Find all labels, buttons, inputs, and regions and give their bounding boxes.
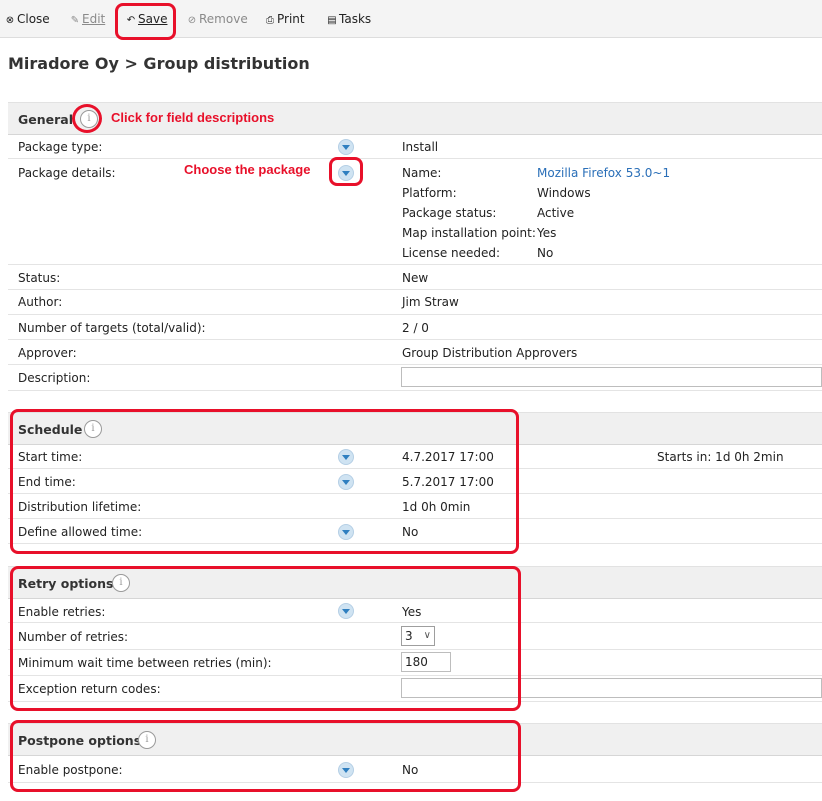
section-general-title: General bbox=[18, 112, 73, 127]
detail-map-label: Map installation point: bbox=[402, 226, 536, 240]
status-label: Status: bbox=[18, 271, 61, 285]
row-package-details: Package details: Name: Mozilla Firefox 5… bbox=[8, 159, 822, 265]
status-value: New bbox=[402, 271, 429, 285]
annotation-info-highlight bbox=[72, 104, 102, 133]
approver-value: Group Distribution Approvers bbox=[402, 346, 578, 360]
remove-button[interactable]: ⊘ Remove bbox=[187, 11, 248, 27]
print-icon: ⎙ bbox=[266, 15, 274, 26]
detail-license-value: No bbox=[537, 246, 554, 260]
package-type-value: Install bbox=[402, 140, 439, 154]
approver-label: Approver: bbox=[18, 346, 77, 360]
row-status: Status: New bbox=[8, 265, 822, 290]
annotation-package-arrow-highlight bbox=[329, 157, 363, 186]
close-icon: ⊗ bbox=[5, 15, 15, 26]
package-type-label: Package type: bbox=[18, 140, 103, 154]
edit-button[interactable]: ✎ Edit bbox=[70, 11, 105, 27]
row-author: Author: Jim Straw bbox=[8, 290, 822, 315]
annotation-postpone-highlight bbox=[10, 720, 521, 792]
targets-label: Number of targets (total/valid): bbox=[18, 321, 206, 335]
author-label: Author: bbox=[18, 295, 63, 309]
author-value: Jim Straw bbox=[402, 295, 459, 309]
detail-map-value: Yes bbox=[537, 226, 557, 240]
annotation-retry-highlight bbox=[10, 566, 521, 711]
row-description: Description: bbox=[8, 365, 822, 391]
pencil-icon: ✎ bbox=[70, 15, 80, 26]
row-approver: Approver: Group Distribution Approvers bbox=[8, 340, 822, 365]
package-type-dropdown-icon[interactable] bbox=[338, 139, 354, 155]
detail-status-label: Package status: bbox=[402, 206, 497, 220]
annotation-field-descriptions: Click for field descriptions bbox=[111, 110, 275, 125]
print-button[interactable]: ⎙ Print bbox=[265, 11, 305, 27]
annotation-save-highlight bbox=[115, 3, 176, 40]
close-button[interactable]: ⊗ Close bbox=[5, 11, 50, 27]
detail-platform-value: Windows bbox=[537, 186, 591, 200]
page-title: Miradore Oy > Group distribution bbox=[8, 54, 310, 73]
remove-icon: ⊘ bbox=[187, 15, 197, 26]
tasks-icon: ▤ bbox=[327, 15, 337, 26]
annotation-choose-package: Choose the package bbox=[184, 162, 311, 177]
detail-status-value: Active bbox=[537, 206, 575, 220]
description-label: Description: bbox=[18, 371, 91, 385]
detail-platform-label: Platform: bbox=[402, 186, 457, 200]
package-details-label: Package details: bbox=[18, 166, 116, 180]
row-targets: Number of targets (total/valid): 2 / 0 bbox=[8, 315, 822, 340]
detail-license-label: License needed: bbox=[402, 246, 501, 260]
row-package-type: Package type: Install bbox=[8, 134, 822, 159]
tasks-button[interactable]: ▤ Tasks bbox=[327, 11, 371, 27]
detail-name-label: Name: bbox=[402, 166, 442, 180]
description-input[interactable] bbox=[401, 367, 822, 387]
package-name-link[interactable]: Mozilla Firefox 53.0~1 bbox=[537, 166, 670, 180]
annotation-schedule-highlight bbox=[10, 409, 519, 554]
targets-value: 2 / 0 bbox=[402, 321, 429, 335]
starts-in-value: Starts in: 1d 0h 2min bbox=[657, 450, 784, 464]
